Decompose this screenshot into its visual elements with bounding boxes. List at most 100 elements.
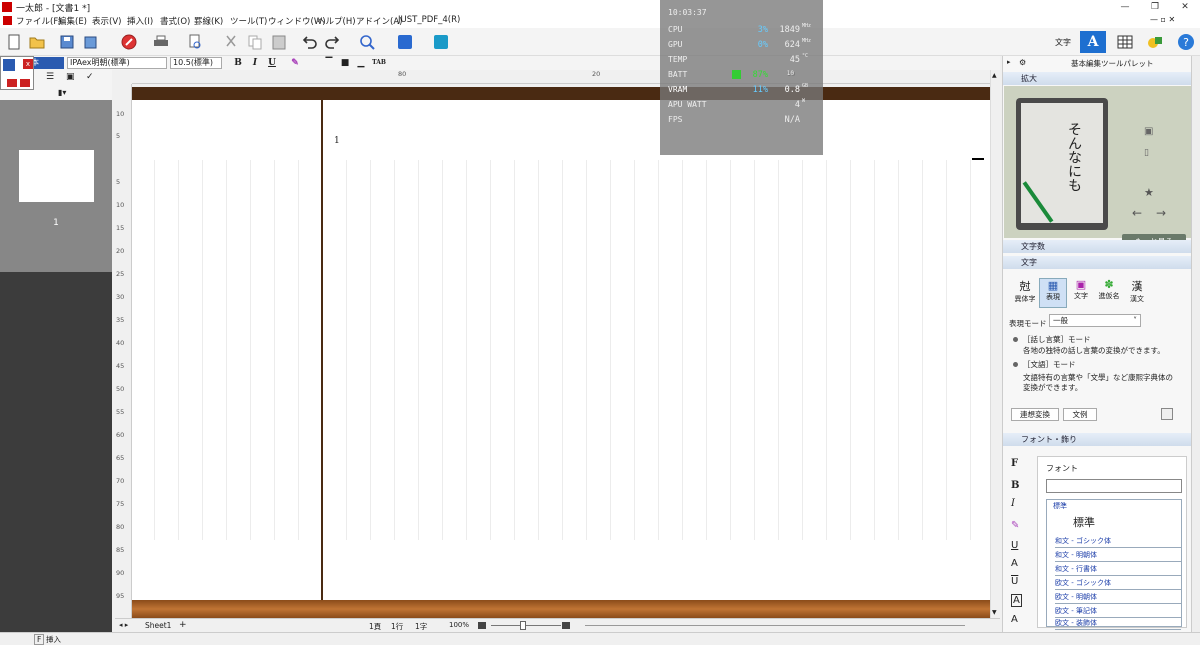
list-icon[interactable]: ☰ <box>46 72 54 82</box>
font-link[interactable]: 和文 - 明朝体 <box>1055 550 1181 562</box>
doc-icon[interactable] <box>3 16 12 25</box>
scroll-down-arrow[interactable]: ▼ <box>992 609 997 616</box>
menu-just-pdf[interactable]: JUST_PDF_4(R) <box>398 15 460 25</box>
align-top-button[interactable]: ▔ <box>322 57 336 69</box>
menu-insert[interactable]: 挿入(I) <box>127 15 153 27</box>
font-search-input[interactable] <box>1046 479 1182 493</box>
cut-icon[interactable] <box>220 31 242 53</box>
underline-icon[interactable]: U <box>1011 540 1018 551</box>
print-preview-icon[interactable] <box>184 31 206 53</box>
menu-addin[interactable]: アドイン(A) <box>356 15 402 27</box>
page-thumbnail[interactable] <box>19 150 94 202</box>
font-link[interactable]: 和文 - ゴシック体 <box>1055 536 1181 548</box>
zoom-out-button[interactable] <box>478 622 486 629</box>
font-selected[interactable]: 標準 <box>1073 514 1095 530</box>
kana-tab[interactable]: ✽ 進仮名 <box>1095 278 1123 308</box>
menu-edit[interactable]: 編集(E) <box>58 15 87 27</box>
maximize-button[interactable]: ❐ <box>1140 0 1170 14</box>
font-link[interactable]: 和文 - 行書体 <box>1055 564 1181 576</box>
itaiji-tab[interactable]: 尅異体字 <box>1011 278 1039 308</box>
section-kakudai[interactable]: 拡大 <box>1003 72 1191 85</box>
char-mode-button[interactable]: A <box>1080 31 1106 53</box>
jump-icon[interactable] <box>394 31 416 53</box>
open-folder-icon[interactable] <box>26 31 48 53</box>
highlight-button[interactable]: ✎ <box>288 57 302 69</box>
zoom-slider[interactable] <box>491 625 561 626</box>
rensou-button[interactable]: 連想変換 <box>1011 408 1059 421</box>
close-icon[interactable]: x <box>23 59 33 69</box>
font-size-combo[interactable]: 10.5(標準) <box>170 57 222 69</box>
zoom-in-button[interactable] <box>562 622 570 629</box>
box-icon[interactable]: A <box>1011 594 1022 607</box>
menu-tools[interactable]: ツール(T) <box>230 15 267 27</box>
menu-file[interactable]: ファイル(F) <box>16 15 62 27</box>
taskbar-popup[interactable]: x <box>0 56 34 90</box>
color-icon[interactable]: ✎ <box>1011 520 1019 531</box>
image-icon[interactable]: ▣ <box>1144 126 1153 137</box>
trash-icon[interactable]: ▯ <box>1144 148 1149 158</box>
new-document-icon[interactable] <box>3 31 25 53</box>
menu-ruled-line[interactable]: 罫線(K) <box>194 15 223 27</box>
strike-icon[interactable]: A <box>1011 558 1018 569</box>
palette-expand-icon[interactable]: ▸ <box>1007 58 1011 66</box>
font-icon[interactable]: F <box>1011 458 1018 469</box>
italic-button[interactable]: I <box>248 57 262 69</box>
option-radio[interactable] <box>1013 362 1018 367</box>
section-moji[interactable]: 文字 <box>1003 256 1191 269</box>
launcher-icon[interactable] <box>118 31 140 53</box>
section-mojisu[interactable]: 文字数 <box>1003 240 1191 253</box>
copy-icon[interactable] <box>244 31 266 53</box>
palette-menu-icon[interactable] <box>1161 408 1173 420</box>
tab-button[interactable]: TAB <box>372 57 386 69</box>
overline-icon[interactable]: U <box>1011 576 1018 587</box>
paste-icon[interactable] <box>268 31 290 53</box>
redo-icon[interactable] <box>322 31 344 53</box>
scroll-up-arrow[interactable]: ▲ <box>992 72 997 79</box>
add-sheet-button[interactable]: + <box>179 620 187 630</box>
palette-settings-icon[interactable]: ⚙ <box>1019 58 1026 67</box>
zoom-level[interactable]: 100% <box>449 621 469 629</box>
menu-format[interactable]: 書式(O) <box>160 15 190 27</box>
table-icon[interactable] <box>1114 31 1136 53</box>
function-key-indicator[interactable]: F <box>34 634 45 645</box>
shade-icon[interactable]: A <box>1011 614 1018 625</box>
search-icon[interactable] <box>356 31 378 53</box>
bold-button[interactable]: B <box>231 57 245 69</box>
kanbun-tab[interactable]: 漢漢文 <box>1123 278 1151 308</box>
bunrei-button[interactable]: 文例 <box>1063 408 1097 421</box>
help-icon[interactable]: ? <box>1175 31 1197 53</box>
font-name-combo[interactable]: IPAex明朝(標準) <box>67 57 167 69</box>
save-icon[interactable] <box>56 31 78 53</box>
underline-button[interactable]: U <box>265 57 279 69</box>
pdf-icon-2[interactable] <box>20 79 30 87</box>
print-icon[interactable] <box>150 31 172 53</box>
window-thumb-icon[interactable] <box>3 59 15 71</box>
minimize-button[interactable]: — <box>1110 0 1140 14</box>
bold-icon[interactable]: B <box>1011 480 1019 491</box>
pdf-icon[interactable] <box>7 79 17 87</box>
mdi-controls[interactable]: — ▫ ✕ <box>1150 15 1175 24</box>
document-page[interactable]: 1 <box>132 100 990 600</box>
close-button[interactable]: ✕ <box>1170 0 1200 14</box>
italic-icon[interactable]: I <box>1011 498 1015 509</box>
palette-scrollbar[interactable] <box>1191 56 1200 632</box>
prev-arrow-icon[interactable]: ← <box>1132 206 1142 220</box>
undo-icon[interactable] <box>298 31 320 53</box>
shape-icon[interactable] <box>1144 31 1166 53</box>
page-icon[interactable]: ▣ <box>66 72 75 82</box>
font-list[interactable]: 標準 標準 和文 - ゴシック体 和文 - 明朝体 和文 - 行書体 欧文 - … <box>1046 499 1182 630</box>
font-link[interactable]: 欧文 - 筆記体 <box>1055 606 1181 618</box>
font-link[interactable]: 欧文 - 装飾体 <box>1055 618 1181 630</box>
check-icon[interactable]: ✓ <box>86 72 94 82</box>
menu-view[interactable]: 表示(V) <box>92 15 121 27</box>
option-radio[interactable] <box>1013 337 1018 342</box>
align-center-button[interactable]: ■ <box>338 57 352 69</box>
save-as-icon[interactable] <box>80 31 102 53</box>
sheet-nav[interactable]: ◂ ▸ <box>119 621 128 629</box>
font-link[interactable]: 欧文 - ゴシック体 <box>1055 578 1181 590</box>
horizontal-scrollbar[interactable] <box>585 625 965 626</box>
align-bottom-button[interactable]: ▁ <box>354 57 368 69</box>
hyogen-tab[interactable]: ▦ 表現 <box>1039 278 1067 308</box>
hyogen-mode-select[interactable]: 一般 ˅ <box>1049 314 1141 327</box>
help-app-icon[interactable] <box>430 31 452 53</box>
